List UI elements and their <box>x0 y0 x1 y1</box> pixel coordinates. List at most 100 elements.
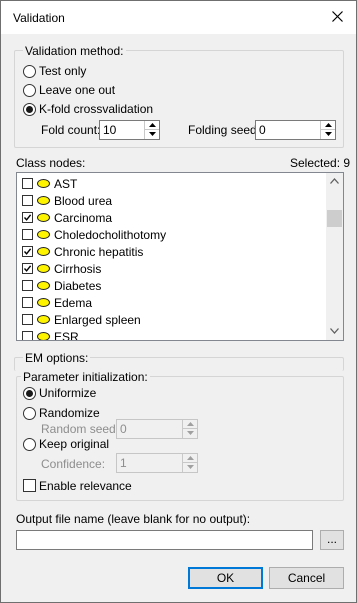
folding-seed-label: Folding seed: <box>188 123 261 137</box>
node-checkbox[interactable] <box>22 229 33 240</box>
kfold-radio[interactable] <box>23 103 36 116</box>
spinner-arrows <box>182 420 197 438</box>
list-item[interactable]: Choledocholithotomy <box>21 227 321 244</box>
arrow-up-icon <box>325 123 332 127</box>
node-label: Carcinoma <box>54 211 113 225</box>
node-ellipse-icon <box>37 332 50 340</box>
node-label: Diabetes <box>54 279 102 293</box>
list-item[interactable]: Cirrhosis <box>21 261 321 278</box>
test-only-label[interactable]: Test only <box>39 64 86 78</box>
spin-up-button[interactable] <box>145 121 159 130</box>
spinner-arrows <box>182 454 197 472</box>
uniformize-label[interactable]: Uniformize <box>39 386 96 400</box>
node-ellipse-icon <box>37 264 50 273</box>
confidence-spinner[interactable]: 1 <box>116 453 198 473</box>
arrow-down-icon <box>187 431 194 435</box>
list-scrollbar[interactable] <box>326 173 343 340</box>
scroll-down-icon <box>330 328 339 334</box>
spin-down-button[interactable] <box>145 130 159 139</box>
node-label: Enlarged spleen <box>54 313 141 327</box>
list-item[interactable]: ESR <box>21 329 321 340</box>
spin-down-button[interactable] <box>183 429 197 438</box>
arrow-down-icon <box>149 132 156 136</box>
em-options-label: EM options: <box>23 351 91 365</box>
node-label: Chronic hepatitis <box>54 245 144 259</box>
node-ellipse-icon <box>37 213 50 222</box>
enable-relevance-checkbox[interactable] <box>23 479 36 492</box>
arrow-down-icon <box>325 132 332 136</box>
node-checkbox[interactable] <box>22 195 33 206</box>
spin-up-button[interactable] <box>183 454 197 463</box>
node-label: Blood urea <box>54 194 113 208</box>
fold-count-value: 10 <box>103 123 117 137</box>
scroll-thumb[interactable] <box>327 210 342 227</box>
node-ellipse-icon <box>37 247 50 256</box>
spin-down-button[interactable] <box>321 130 335 139</box>
scroll-up-button[interactable] <box>326 173 343 190</box>
node-checkbox[interactable] <box>22 263 33 274</box>
test-only-radio[interactable] <box>23 65 36 78</box>
node-checkbox[interactable] <box>22 314 33 325</box>
list-item[interactable]: Blood urea <box>21 193 321 210</box>
list-item[interactable]: AST <box>21 176 321 193</box>
selected-count: Selected: 9 <box>290 156 351 170</box>
node-label: AST <box>54 177 78 191</box>
list-item[interactable]: Carcinoma <box>21 210 321 227</box>
node-checkbox[interactable] <box>22 297 33 308</box>
spinner-arrows <box>144 121 159 139</box>
node-ellipse-icon <box>37 196 50 205</box>
window-title: Validation <box>13 11 65 25</box>
randomize-radio[interactable] <box>23 407 36 420</box>
arrow-up-icon <box>149 123 156 127</box>
leave-one-out-radio[interactable] <box>23 84 36 97</box>
list-item[interactable]: Edema <box>21 295 321 312</box>
checkmark-icon <box>23 214 32 221</box>
random-seed-spinner[interactable]: 0 <box>116 419 198 439</box>
output-file-input[interactable] <box>16 530 313 550</box>
close-button[interactable] <box>326 5 350 29</box>
list-item[interactable]: Enlarged spleen <box>21 312 321 329</box>
node-checkbox[interactable] <box>22 331 33 340</box>
node-checkbox[interactable] <box>22 246 33 257</box>
keep-original-radio[interactable] <box>23 438 36 451</box>
folding-seed-value: 0 <box>259 123 266 137</box>
close-icon <box>332 11 343 22</box>
random-seed-label: Random seed: <box>41 422 120 436</box>
parameter-init-label: Parameter initialization: <box>21 370 150 384</box>
node-ellipse-icon <box>37 298 50 307</box>
browse-button[interactable]: ... <box>320 530 344 550</box>
randomize-label[interactable]: Randomize <box>39 406 100 420</box>
list-item[interactable]: Chronic hepatitis <box>21 244 321 261</box>
list-item[interactable]: Diabetes <box>21 278 321 295</box>
node-ellipse-icon <box>37 281 50 290</box>
node-label: Edema <box>54 296 93 310</box>
spinner-arrows <box>320 121 335 139</box>
uniformize-radio[interactable] <box>23 387 36 400</box>
confidence-label: Confidence: <box>41 457 106 471</box>
class-nodes-list[interactable]: AST Blood urea Carcinoma Choledocholithotom… <box>16 172 344 341</box>
scroll-down-button[interactable] <box>326 323 343 340</box>
spin-up-button[interactable] <box>321 121 335 130</box>
node-ellipse-icon <box>37 179 50 188</box>
spin-up-button[interactable] <box>183 420 197 429</box>
confidence-value: 1 <box>120 456 127 470</box>
cancel-button[interactable]: Cancel <box>269 567 344 589</box>
node-ellipse-icon <box>37 230 50 239</box>
node-checkbox[interactable] <box>22 280 33 291</box>
leave-one-out-label[interactable]: Leave one out <box>39 83 115 97</box>
enable-relevance-label[interactable]: Enable relevance <box>39 479 132 493</box>
folding-seed-spinner[interactable]: 0 <box>255 120 336 140</box>
ok-button[interactable]: OK <box>188 567 263 589</box>
keep-original-label[interactable]: Keep original <box>39 437 109 451</box>
node-checkbox[interactable] <box>22 178 33 189</box>
fold-count-label: Fold count: <box>41 123 101 137</box>
kfold-label[interactable]: K-fold crossvalidation <box>39 102 153 116</box>
fold-count-spinner[interactable]: 10 <box>99 120 160 140</box>
spin-down-button[interactable] <box>183 463 197 472</box>
checkmark-icon <box>23 248 32 255</box>
validation-dialog: Validation Validation method: Test only … <box>0 0 357 603</box>
node-checkbox[interactable] <box>22 212 33 223</box>
scroll-up-icon <box>330 178 339 184</box>
node-label: Cirrhosis <box>54 262 102 276</box>
arrow-down-icon <box>187 465 194 469</box>
